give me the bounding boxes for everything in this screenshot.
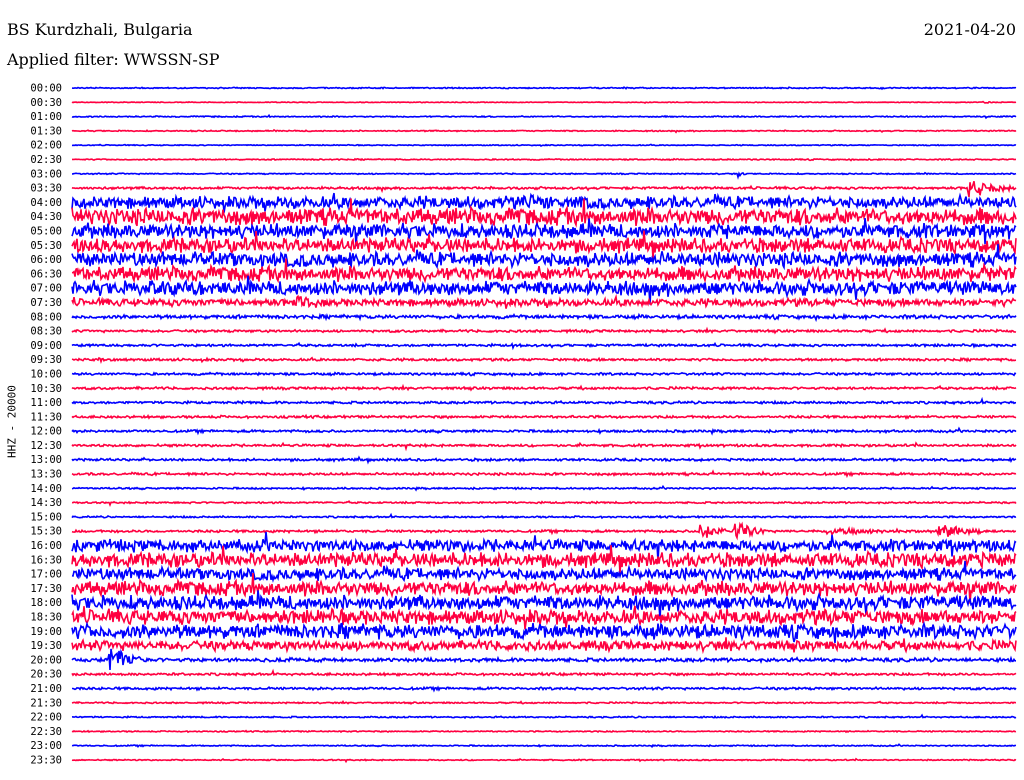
- time-label: 23:00: [30, 740, 62, 752]
- time-label: 18:00: [30, 597, 62, 609]
- trace-1130: [71, 413, 1017, 420]
- time-label: 12:30: [30, 440, 62, 452]
- time-label: 09:30: [30, 354, 62, 366]
- trace-2000: [71, 648, 1016, 671]
- trace-1430: [71, 500, 1017, 508]
- time-label: 13:30: [30, 469, 62, 481]
- time-label: 00:30: [30, 97, 62, 109]
- trace-1330: [71, 469, 1017, 479]
- time-label: 22:00: [30, 712, 62, 724]
- time-label: 16:00: [30, 540, 62, 552]
- time-label: 04:00: [30, 197, 62, 209]
- time-label: 17:00: [30, 569, 62, 581]
- trace-1300: [71, 455, 1017, 465]
- trace-0330: [71, 180, 1017, 198]
- trace-2200: [71, 713, 1017, 720]
- trace-0930: [71, 356, 1017, 364]
- trace-0300: [72, 171, 1017, 180]
- time-label: 02:00: [30, 140, 62, 152]
- trace-2330: [71, 757, 1017, 764]
- time-label: 14:00: [30, 483, 62, 495]
- trace-0030: [71, 100, 1017, 104]
- time-label: 10:00: [30, 368, 62, 380]
- trace-1500: [71, 512, 1017, 520]
- time-label: 00:00: [30, 83, 62, 95]
- trace-1100: [71, 396, 1017, 406]
- time-label: 01:30: [30, 125, 62, 137]
- time-label: 01:00: [30, 111, 62, 123]
- trace-0000: [71, 86, 1017, 91]
- time-label: 21:30: [30, 697, 62, 709]
- trace-2030: [71, 668, 1017, 678]
- time-label: 21:00: [30, 683, 62, 695]
- trace-1400: [71, 484, 1016, 492]
- time-label: 19:30: [30, 640, 62, 652]
- time-label: 15:00: [30, 511, 62, 523]
- time-label: 23:30: [30, 755, 62, 767]
- time-label: 06:30: [30, 268, 62, 280]
- time-label: 07:30: [30, 297, 62, 309]
- trace-0830: [71, 326, 1017, 335]
- trace-1530: [71, 521, 1017, 541]
- time-label: 07:00: [30, 283, 62, 295]
- time-label: 08:00: [30, 311, 62, 323]
- time-label: 04:30: [30, 211, 62, 223]
- trace-1000: [71, 371, 1017, 378]
- time-label: 09:00: [30, 340, 62, 352]
- time-label: 20:30: [30, 669, 62, 681]
- time-label: 11:30: [30, 411, 62, 423]
- time-label: 05:30: [30, 240, 62, 252]
- time-label: 02:30: [30, 154, 62, 166]
- time-label: 06:00: [30, 254, 62, 266]
- time-label: 22:30: [30, 726, 62, 738]
- time-label: 11:00: [30, 397, 62, 409]
- trace-0230: [72, 157, 1016, 162]
- trace-0900: [71, 341, 1017, 351]
- time-label: 14:30: [30, 497, 62, 509]
- trace-0730: [71, 293, 1017, 310]
- time-label: 12:00: [30, 426, 62, 438]
- time-label: 19:00: [30, 626, 62, 638]
- time-label: 03:00: [30, 168, 62, 180]
- trace-1200: [71, 426, 1017, 436]
- trace-1900: [71, 621, 1017, 643]
- time-label: 18:30: [30, 612, 62, 624]
- trace-2100: [72, 685, 1017, 693]
- trace-0130: [71, 128, 1017, 134]
- time-label: 13:00: [30, 454, 62, 466]
- trace-1800: [71, 590, 1017, 620]
- trace-0200: [71, 143, 1017, 147]
- time-label: 10:30: [30, 383, 62, 395]
- trace-2130: [71, 700, 1017, 706]
- time-label: 20:00: [30, 654, 62, 666]
- trace-2300: [71, 743, 1017, 749]
- seismogram-plot: 00:00 00:30 01:00 01:30 02:00 02:30 03:00 03:30…: [30, 83, 1017, 767]
- trace-0800: [71, 312, 1017, 323]
- trace-0100: [71, 113, 1017, 120]
- trace-1030: [71, 383, 1017, 392]
- time-label: 08:30: [30, 326, 62, 338]
- time-label: 15:30: [30, 526, 62, 538]
- trace-1230: [71, 441, 1017, 452]
- time-label: 16:30: [30, 554, 62, 566]
- time-label: 03:30: [30, 183, 62, 195]
- time-label: 17:30: [30, 583, 62, 595]
- trace-1930: [71, 637, 1017, 655]
- trace-2230: [71, 729, 1017, 734]
- time-label: 05:00: [30, 225, 62, 237]
